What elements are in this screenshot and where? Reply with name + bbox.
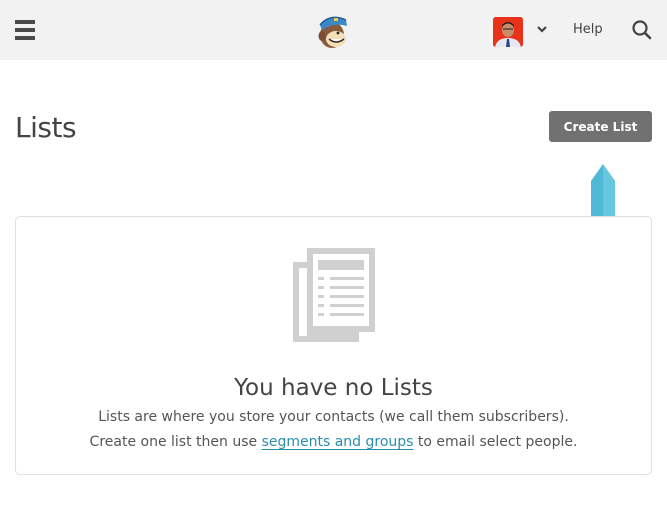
search-icon[interactable] (631, 19, 653, 41)
top-navigation-bar: Help (0, 0, 667, 60)
avatar-photo (493, 17, 523, 47)
menu-bar (15, 28, 35, 32)
hint-text-after: to email select people. (413, 434, 578, 450)
page-title: Lists (15, 111, 77, 144)
empty-state-card: You have no Lists Lists are where you st… (15, 216, 652, 475)
user-avatar[interactable] (493, 17, 523, 47)
menu-bar (15, 20, 35, 24)
hamburger-menu-icon[interactable] (15, 20, 35, 40)
hint-text-before: Create one list then use (89, 434, 262, 450)
create-list-button[interactable]: Create List (549, 111, 652, 142)
help-link[interactable]: Help (573, 22, 603, 37)
menu-bar (15, 36, 35, 40)
empty-state-title: You have no Lists (234, 375, 433, 401)
mailchimp-logo-icon[interactable] (316, 12, 352, 50)
empty-state-description: Lists are where you store your contacts … (98, 409, 569, 425)
chevron-down-icon[interactable] (535, 22, 549, 36)
empty-state-hint: Create one list then use segments and gr… (16, 434, 651, 450)
document-list-icon (293, 248, 375, 342)
segments-and-groups-link[interactable]: segments and groups (262, 434, 414, 450)
